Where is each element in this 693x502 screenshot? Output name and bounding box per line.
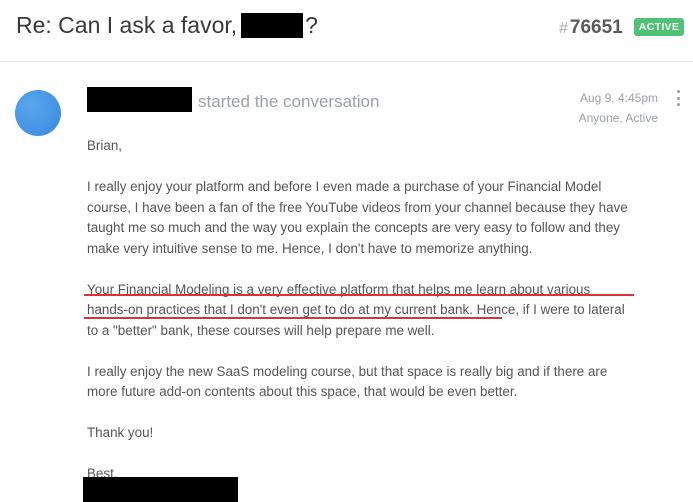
paragraph-1-line: make very intuitive sense to me. Hence, … [87,240,533,256]
red-underline [84,294,634,296]
message-visibility: Anyone, Active [578,111,658,125]
avatar[interactable] [15,90,61,136]
paragraph-3-line: I really enjoy the new SaaS modeling cou… [87,363,608,379]
title-suffix: ? [305,12,318,38]
redacted-author-box [87,87,192,112]
redacted-signature-box [83,477,238,502]
ticket-number: #76651 [559,17,623,39]
paragraph-3-line: more future add-on contents about this s… [87,384,518,399]
thanks-line: Thank you! [87,425,154,440]
ticket-id: 76651 [569,17,623,38]
started-conversation-text: started the conversation [198,92,380,111]
paragraph-2-line: Your Financial Modeling is a very effect… [87,281,591,297]
conversation-header: Re: Can I ask a favor, ? #76651 ACTIVE [0,0,693,62]
message-date: Aug 9, 4:45pm [579,91,658,105]
paragraph-1-line: taught me so much and the way you explai… [87,220,620,235]
more-options-icon[interactable] [674,90,682,106]
paragraph-1-line: course, I have been a fan of the free Yo… [87,199,628,215]
page-title: Re: Can I ask a favor, ? [16,12,318,39]
title-prefix: Re: Can I ask a favor, [16,12,238,38]
ticket-hash: # [559,20,568,37]
status-badge: ACTIVE [634,18,684,36]
red-underline [84,317,502,319]
paragraph-1-line: I really enjoy your platform and before … [87,179,602,194]
redacted-name-box [241,13,304,38]
greeting: Brian, [87,138,122,153]
message-body: Brian, I really enjoy your platform and … [87,136,647,485]
paragraph-2-line: to a "better" bank, these courses will h… [87,322,435,338]
